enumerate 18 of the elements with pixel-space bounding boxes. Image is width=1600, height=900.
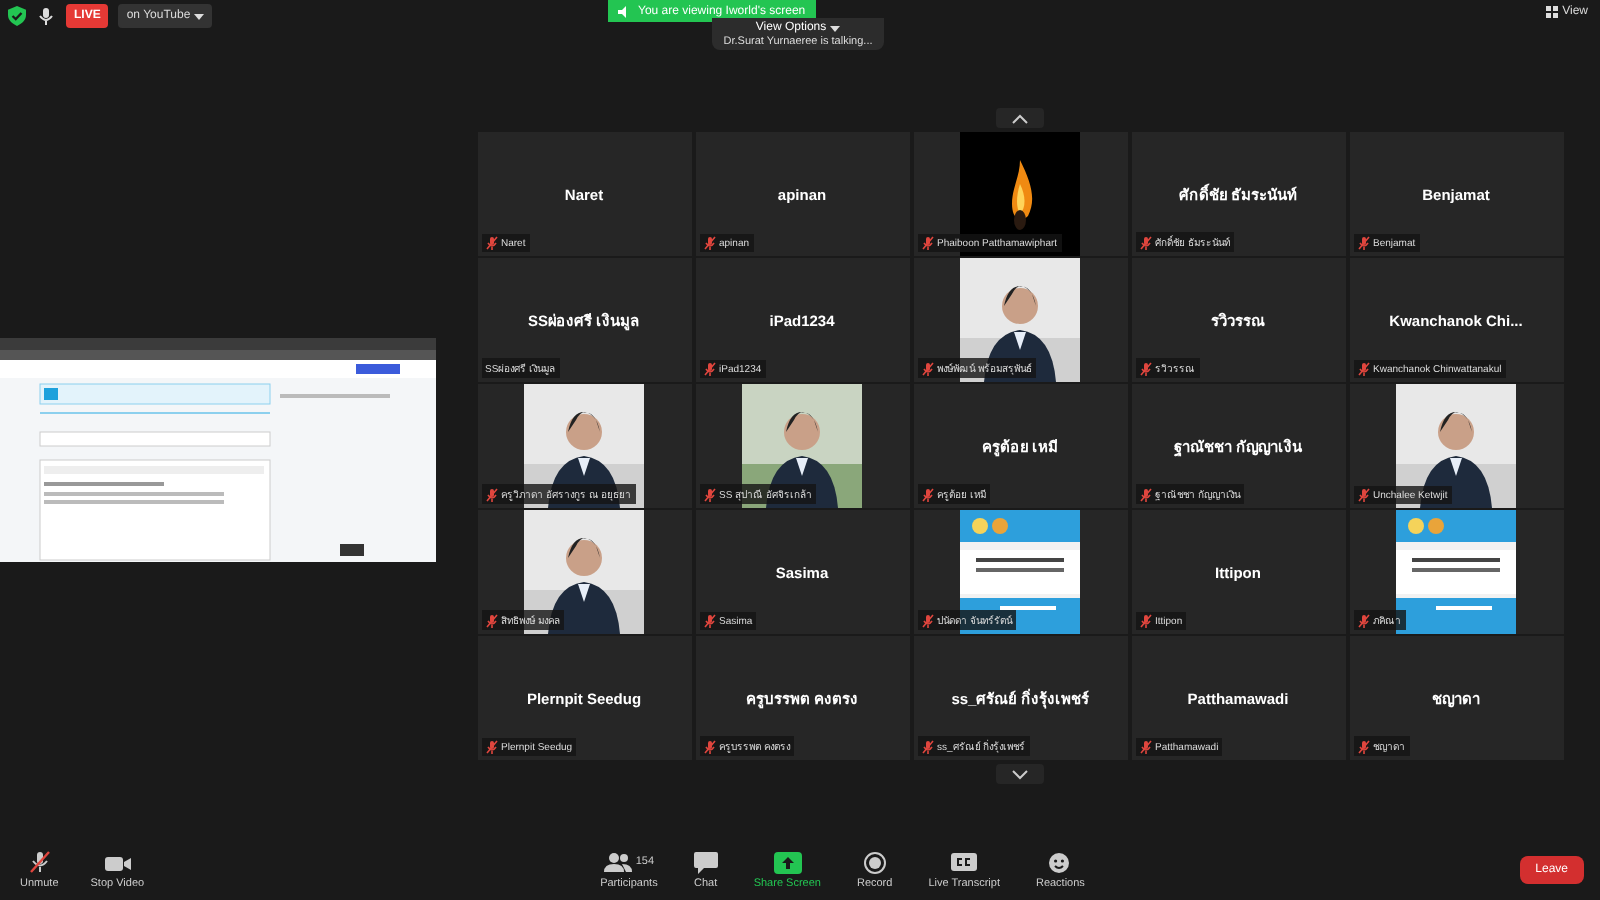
speaker-icon <box>618 5 632 17</box>
video-camera-icon <box>103 854 132 874</box>
muted-mic-icon <box>27 850 52 874</box>
chevron-down-icon <box>1012 769 1028 779</box>
chat-bubble-icon <box>693 851 718 873</box>
share-screen-icon <box>773 851 802 873</box>
smiley-icon <box>1048 850 1073 874</box>
closed-captions-icon <box>950 852 979 872</box>
chevron-up-icon <box>1012 113 1028 123</box>
shield-icon <box>8 6 26 26</box>
record-icon <box>863 851 886 873</box>
page-up-button[interactable] <box>996 108 1044 128</box>
page-down-button[interactable] <box>996 764 1044 784</box>
grid-icon <box>1546 6 1559 18</box>
caret-icon <box>194 13 205 19</box>
microphone-icon[interactable] <box>36 6 56 26</box>
caret-icon <box>830 25 841 31</box>
people-icon <box>603 852 632 872</box>
